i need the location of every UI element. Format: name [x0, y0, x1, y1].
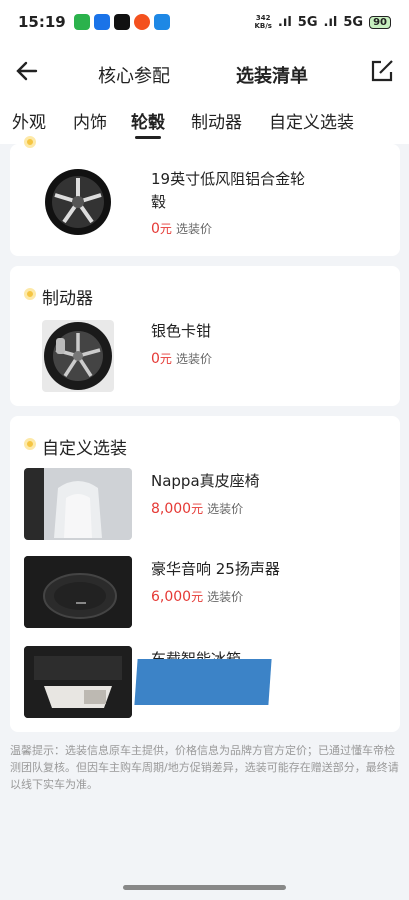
fridge-icon: [24, 646, 132, 718]
wheel-thumbnail: [42, 166, 114, 238]
tab-wheels[interactable]: 轮毂: [131, 108, 165, 139]
overlay-redaction: [134, 659, 272, 705]
caliper-wheel-icon: [44, 322, 112, 390]
seat-thumbnail: [24, 468, 132, 540]
price-unit: 元: [191, 502, 204, 516]
top-nav: 核心参配 选装清单: [0, 44, 409, 102]
app-notification-icon: [93, 14, 110, 30]
fridge-thumbnail: [24, 646, 132, 718]
price-label: 选装价: [175, 352, 212, 366]
signal-icon: .ıl: [277, 14, 292, 30]
speaker-icon: [24, 556, 132, 628]
battery-icon: 90: [369, 15, 391, 29]
app-notification-icon: [153, 14, 170, 30]
app-notification-icon: [73, 14, 90, 30]
custom-item-name: Nappa真皮座椅: [151, 472, 260, 490]
price-unit: 元: [159, 352, 172, 366]
seat-icon: [24, 468, 132, 540]
custom-item-price: 8,000元 选装价: [151, 500, 243, 517]
disclaimer-note: 温馨提示：选装信息原车主提供，价格信息为品牌方官方定价；已通过懂车帝检测团队复核…: [10, 744, 399, 791]
section-dot-icon: [24, 438, 36, 450]
price-label: 选装价: [207, 590, 244, 604]
signal-icon: .ıl: [323, 14, 338, 30]
price-label: 选装价: [207, 502, 244, 516]
app-notification-icon: [133, 14, 150, 30]
tab-option-list[interactable]: 选装清单: [236, 62, 308, 90]
custom-item-price: 6,000元 选装价: [151, 588, 243, 605]
tab-exterior[interactable]: 外观: [12, 108, 46, 133]
section-dot-icon: [24, 136, 36, 148]
status-bar: 15:19 342 KB/s .ıl 5G .ıl 5G 90: [0, 0, 409, 44]
back-arrow-icon[interactable]: [12, 56, 42, 86]
price-value: 8,000: [151, 501, 192, 517]
tab-interior[interactable]: 内饰: [73, 108, 107, 133]
price-value: 0: [151, 351, 160, 367]
price-value: 6,000: [151, 589, 192, 605]
brake-item-price: 0元 选装价: [151, 350, 212, 367]
custom-item-name: 豪华音响 25扬声器: [151, 560, 280, 578]
brake-section-title: 制动器: [42, 289, 93, 309]
price-label: 选装价: [175, 222, 212, 236]
price-unit: 元: [191, 590, 204, 604]
net-speed: 342 KB/s: [254, 14, 271, 30]
home-indicator[interactable]: [123, 885, 286, 890]
caliper-thumbnail: [42, 320, 114, 392]
edit-share-icon[interactable]: [369, 58, 395, 84]
net-speed-value: 342: [255, 14, 271, 22]
status-time: 15:19: [18, 13, 66, 31]
tab-custom-options[interactable]: 自定义选装: [269, 108, 354, 133]
app-notification-icon: [113, 14, 130, 30]
signal-label-2: 5G: [343, 14, 364, 30]
wheel-section-card: 19英寸低风阻铝合金轮毂 0元 选装价: [10, 136, 400, 256]
wheel-item-name: 19英寸低风阻铝合金轮毂: [151, 170, 306, 211]
tab-core-config[interactable]: 核心参配: [98, 62, 170, 88]
custom-options-section-title: 自定义选装: [42, 439, 127, 459]
price-value: 0: [151, 221, 160, 237]
signal-label-1: 5G: [297, 14, 318, 30]
wheel-icon: [45, 169, 111, 235]
speaker-thumbnail: [24, 556, 132, 628]
notification-icons: [73, 14, 170, 30]
price-unit: 元: [159, 222, 172, 236]
section-dot-icon: [24, 288, 36, 300]
category-tabs: 外观 内饰 轮毂 制动器 自定义选装: [0, 102, 409, 144]
wheel-item-price: 0元 选装价: [151, 220, 212, 237]
brake-item-name: 银色卡钳: [151, 322, 212, 340]
net-speed-unit: KB/s: [254, 22, 272, 30]
brake-section-card: 制动器 银色卡钳 0元 选装价: [10, 266, 400, 406]
tab-brakes[interactable]: 制动器: [191, 108, 242, 133]
